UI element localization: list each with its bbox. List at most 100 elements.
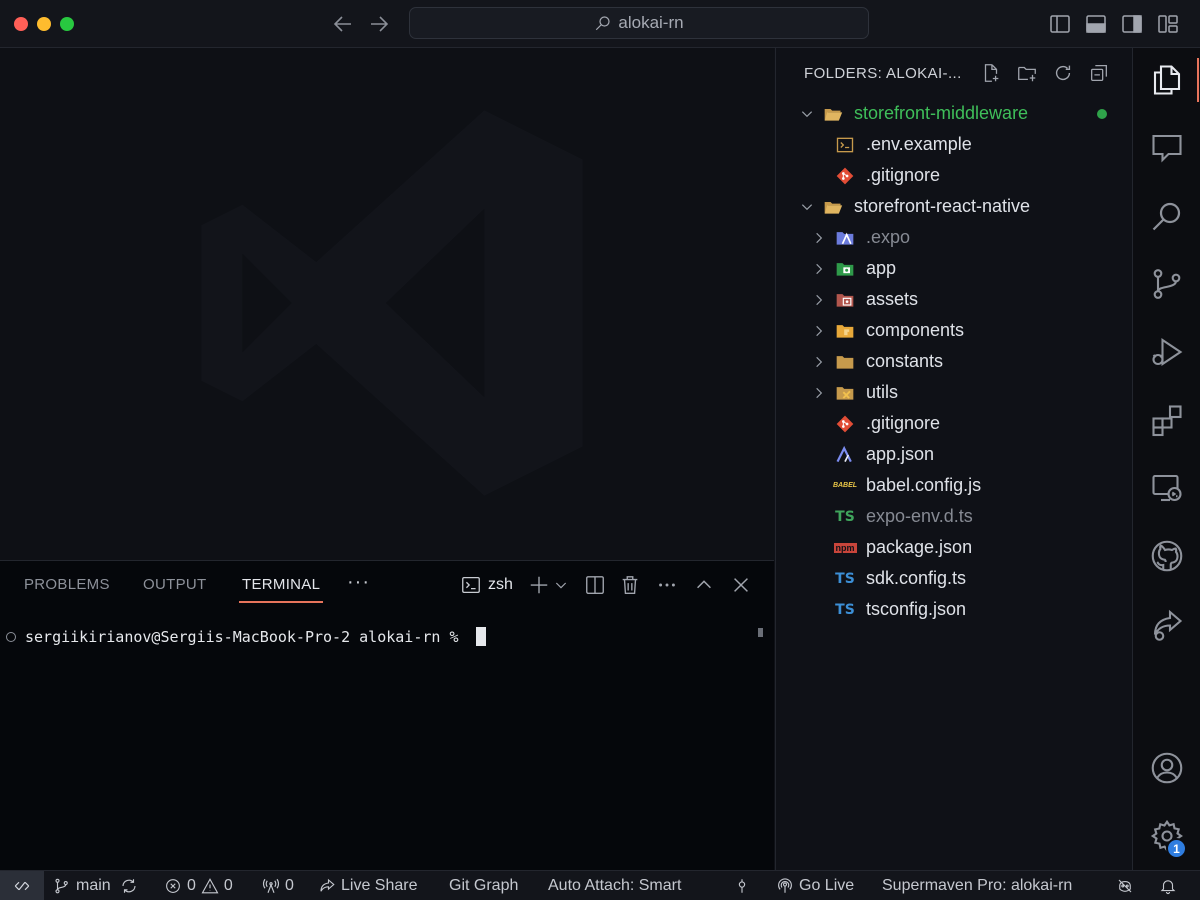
sync-icon[interactable] — [120, 877, 138, 895]
git-branch-status[interactable]: main — [53, 871, 138, 900]
bell-icon — [1160, 880, 1176, 894]
command-center-label: alokai-rn — [618, 13, 684, 32]
live-share-icon[interactable] — [1149, 606, 1185, 642]
arrow-left-icon[interactable] — [331, 12, 355, 36]
explorer-title: FOLDERS: ALOKAI-... — [804, 65, 962, 82]
ts-def-icon: TS — [835, 507, 855, 527]
source-control-icon[interactable] — [1149, 266, 1185, 302]
live-share-label: Live Share — [341, 877, 418, 894]
go-live-status[interactable]: Go Live — [776, 871, 854, 900]
toggle-panel-icon[interactable] — [1084, 12, 1108, 36]
tree-item-gitignore[interactable]: .gitignore — [776, 160, 1133, 191]
tree-item-label: .gitignore — [866, 413, 941, 433]
remote-explorer-icon[interactable] — [1149, 470, 1185, 506]
tab-problems[interactable]: PROBLEMS — [24, 576, 110, 593]
more-actions-icon[interactable] — [656, 574, 678, 596]
error-count: 0 — [187, 877, 196, 894]
trash-icon[interactable] — [619, 574, 641, 596]
tree-folder-components[interactable]: components — [776, 315, 1133, 346]
ports-status[interactable]: 0 — [262, 871, 294, 900]
tree-item-label: components — [866, 320, 965, 340]
remote-indicator[interactable] — [0, 871, 44, 900]
tsconfig-icon: TS — [835, 600, 855, 620]
new-file-icon[interactable] — [980, 62, 1002, 84]
tree-item-env-example[interactable]: .env.example — [776, 129, 1133, 160]
github-icon[interactable] — [1149, 538, 1185, 574]
close-window-button[interactable] — [14, 17, 28, 31]
tree-item-expo-env[interactable]: TS expo-env.d.ts — [776, 501, 1133, 532]
copilot-status[interactable] — [1116, 871, 1134, 900]
terminal-scrollbar[interactable] — [758, 628, 763, 637]
tree-item-label: sdk.config.ts — [866, 568, 967, 588]
ts-icon: TS — [835, 569, 855, 589]
tsconfig-icon-text: TS — [835, 601, 855, 618]
tree-item-babel-config[interactable]: BABEL babel.config.js — [776, 470, 1133, 501]
editor-area[interactable] — [0, 48, 774, 560]
warning-count: 0 — [223, 877, 233, 894]
zoom-window-button[interactable] — [60, 17, 74, 31]
tab-output[interactable]: OUTPUT — [143, 576, 206, 593]
accounts-icon[interactable] — [1149, 750, 1185, 786]
command-decoration-icon — [6, 631, 16, 642]
explorer-files-icon[interactable] — [1149, 62, 1185, 98]
tree-folder-expo[interactable]: .expo — [776, 222, 1133, 253]
toggle-secondary-sidebar-icon[interactable] — [1120, 12, 1144, 36]
tree-item-tsconfig[interactable]: TS tsconfig.json — [776, 594, 1133, 625]
tree-folder-app[interactable]: app — [776, 253, 1133, 284]
customize-layout-icon[interactable] — [1156, 12, 1180, 36]
new-terminal-plus-icon[interactable] — [528, 574, 550, 596]
arrow-right-icon[interactable] — [367, 12, 391, 36]
tree-item-label: babel.config.js — [866, 475, 982, 495]
supermaven-status[interactable]: Supermaven Pro: alokai-rn — [882, 871, 1072, 900]
terminal-prompt-line[interactable]: sergiikirianov@Sergiis-MacBook-Pro-2 alo… — [0, 627, 486, 646]
git-graph-label: Git Graph — [449, 877, 519, 894]
panel-more-button[interactable]: ··· — [347, 571, 370, 594]
run-debug-icon[interactable] — [1149, 334, 1185, 370]
auto-attach-label: Auto Attach: Smart — [548, 877, 682, 894]
search-icon[interactable] — [1149, 198, 1185, 234]
split-terminal-icon[interactable] — [584, 574, 606, 596]
tree-item-gitignore[interactable]: .gitignore — [776, 408, 1133, 439]
live-share-icon — [320, 878, 335, 892]
utils-folder-icon — [835, 383, 855, 403]
notifications-status[interactable] — [1159, 871, 1177, 900]
tree-root-storefront-middleware[interactable]: storefront-middleware — [776, 98, 1133, 129]
tree-folder-utils[interactable]: utils — [776, 377, 1133, 408]
live-share-status[interactable]: Live Share — [318, 871, 418, 900]
close-panel-icon[interactable] — [730, 574, 752, 596]
extensions-icon[interactable] — [1149, 402, 1185, 438]
tree-item-sdk-config[interactable]: TS sdk.config.ts — [776, 563, 1133, 594]
chevron-down-icon[interactable] — [553, 574, 569, 596]
toggle-primary-sidebar-icon[interactable] — [1048, 12, 1072, 36]
terminal-instance-selector[interactable]: zsh — [460, 574, 513, 596]
branch-name: main — [76, 877, 111, 894]
tree-item-label: app — [866, 258, 897, 278]
new-folder-icon[interactable] — [1016, 62, 1038, 84]
tree-folder-constants[interactable]: constants — [776, 346, 1133, 377]
title-bar: alokai-rn — [0, 0, 1200, 48]
auto-attach-status[interactable]: Auto Attach: Smart — [548, 871, 681, 900]
npm-icon: npm — [833, 538, 857, 558]
tree-item-label: utils — [866, 382, 899, 402]
chevron-right-icon — [816, 263, 823, 274]
tree-root-storefront-react-native[interactable]: storefront-react-native — [776, 191, 1133, 222]
chevron-right-icon — [816, 294, 823, 305]
tree-item-label: package.json — [866, 537, 973, 557]
tree-item-app-json[interactable]: app.json — [776, 439, 1133, 470]
tree-item-package-json[interactable]: npm package.json — [776, 532, 1133, 563]
chat-comments-icon[interactable] — [1149, 130, 1185, 166]
expo-file-icon — [835, 445, 855, 465]
vscode-logo-watermark-icon — [201, 110, 583, 496]
refresh-icon[interactable] — [1052, 62, 1074, 84]
npm-icon-text: npm — [833, 542, 857, 553]
git-graph-status[interactable]: Git Graph — [449, 871, 518, 900]
location-status[interactable] — [733, 871, 751, 900]
tree-folder-assets[interactable]: assets — [776, 284, 1133, 315]
terminal-file-icon — [835, 135, 855, 155]
tab-terminal[interactable]: TERMINAL — [238, 576, 324, 603]
collapse-all-icon[interactable] — [1088, 62, 1110, 84]
minimize-window-button[interactable] — [37, 17, 51, 31]
command-center[interactable]: alokai-rn — [409, 7, 869, 39]
maximize-panel-chevron-up-icon[interactable] — [693, 574, 715, 596]
problems-status[interactable]: 0 0 — [164, 871, 233, 900]
